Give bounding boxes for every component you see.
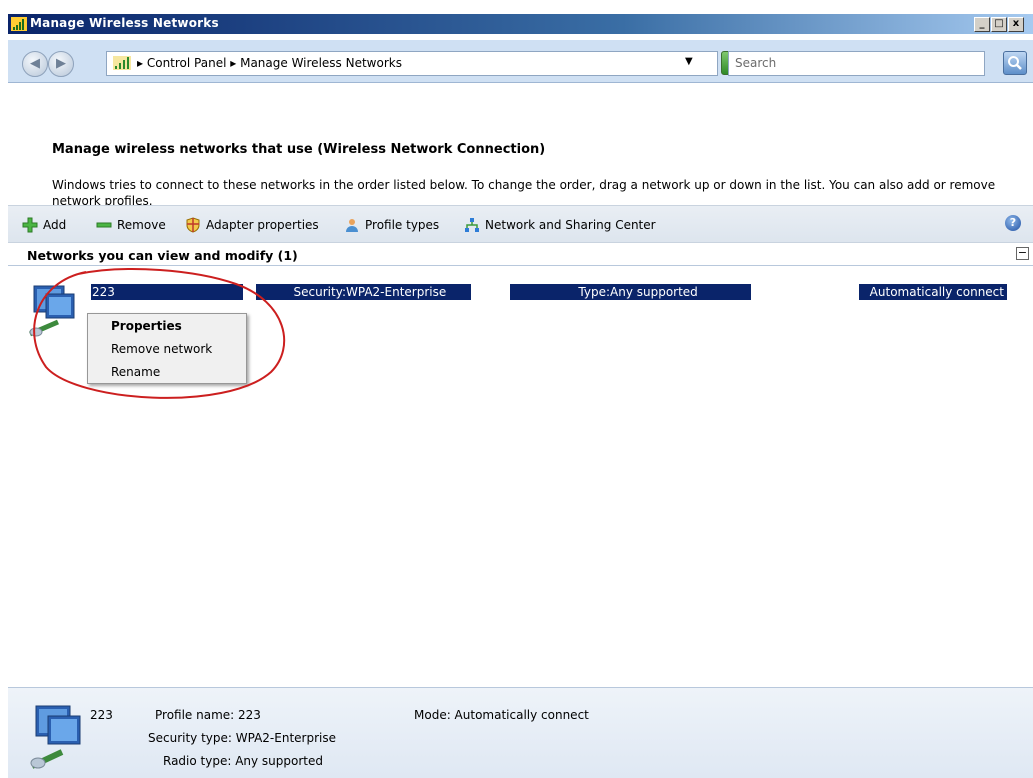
network-type[interactable]: Type:Any supported: [510, 284, 751, 300]
chevron-down-icon[interactable]: ▼: [685, 56, 693, 67]
window-title: Manage Wireless Networks: [30, 16, 219, 30]
network-name[interactable]: 223: [91, 284, 243, 300]
search-input[interactable]: Search: [728, 51, 985, 76]
network-icon: [465, 218, 479, 232]
help-icon[interactable]: ?: [1005, 215, 1021, 231]
details-pane: 223 Profile name: 223 Mode: Automaticall…: [8, 687, 1033, 778]
close-button[interactable]: x: [1008, 17, 1024, 32]
security-label: Security:: [293, 285, 346, 299]
details-profile-name: Profile name: 223: [155, 708, 261, 722]
back-icon: ◀: [30, 56, 40, 71]
minimize-button[interactable]: _: [974, 17, 990, 32]
shield-icon: [186, 217, 200, 233]
network-connect-mode[interactable]: Automatically connect: [859, 284, 1007, 300]
remove-button[interactable]: Remove: [96, 215, 166, 235]
add-button[interactable]: Add: [22, 215, 66, 235]
back-button[interactable]: ◀: [22, 51, 48, 77]
profile-types-label: Profile types: [365, 218, 440, 232]
maximize-button[interactable]: □: [991, 17, 1007, 32]
menu-item-properties[interactable]: Properties: [111, 319, 182, 333]
remove-label: Remove: [117, 218, 166, 232]
details-name: 223: [90, 708, 113, 722]
add-label: Add: [43, 218, 67, 232]
type-label: Type:: [578, 285, 610, 299]
forward-button[interactable]: ▶: [48, 51, 74, 77]
signal-icon: [11, 17, 27, 31]
adapter-properties-label: Adapter properties: [206, 218, 319, 232]
details-mode: Mode: Automatically connect: [414, 708, 589, 722]
profile-types-button[interactable]: Profile types: [344, 215, 439, 235]
menu-item-rename[interactable]: Rename: [111, 365, 160, 379]
title-bar: Manage Wireless Networks _ □ x: [8, 14, 1033, 34]
collapse-icon[interactable]: −: [1016, 247, 1029, 260]
breadcrumb-item-control-panel[interactable]: Control Panel: [147, 56, 227, 70]
network-sharing-center-label: Network and Sharing Center: [485, 218, 656, 232]
network-security[interactable]: Security:WPA2-Enterprise: [256, 284, 471, 300]
menu-item-remove-network[interactable]: Remove network: [111, 342, 212, 356]
breadcrumb: ▸ Control Panel ▸ Manage Wireless Networ…: [137, 56, 402, 70]
users-icon: [346, 219, 358, 232]
network-sharing-center-button[interactable]: Network and Sharing Center: [464, 215, 656, 235]
group-divider: [8, 265, 1033, 266]
breadcrumb-separator-icon: ▸: [137, 56, 147, 70]
search-placeholder: Search: [735, 56, 777, 70]
computer-network-icon: [30, 705, 81, 769]
details-radio-type: Radio type: Any supported: [163, 754, 324, 768]
details-security-type: Security type: WPA2-Enterprise: [148, 731, 336, 745]
breadcrumb-item-manage-wireless[interactable]: Manage Wireless Networks: [240, 56, 402, 70]
signal-icon: [113, 56, 131, 70]
forward-icon: ▶: [56, 56, 66, 71]
group-header: Networks you can view and modify (1): [27, 248, 298, 263]
adapter-properties-button[interactable]: Adapter properties: [185, 215, 319, 235]
security-value: WPA2-Enterprise: [346, 285, 447, 299]
address-bar: ◀ ▶ ▸ Control Panel ▸ Manage Wireless Ne…: [8, 40, 1033, 83]
type-value: Any supported: [610, 285, 698, 299]
command-bar: Add Remove Adapter properties Profile ty…: [8, 205, 1033, 243]
add-icon: [22, 217, 38, 233]
page-title: Manage wireless networks that use (Wirel…: [52, 142, 546, 157]
address-box[interactable]: ▸ Control Panel ▸ Manage Wireless Networ…: [106, 51, 718, 76]
breadcrumb-separator-icon: ▸: [230, 56, 241, 70]
search-icon[interactable]: [1003, 51, 1027, 75]
computer-network-icon: [29, 285, 75, 337]
remove-icon: [96, 222, 112, 228]
context-menu: Properties Remove network Rename: [87, 313, 247, 384]
